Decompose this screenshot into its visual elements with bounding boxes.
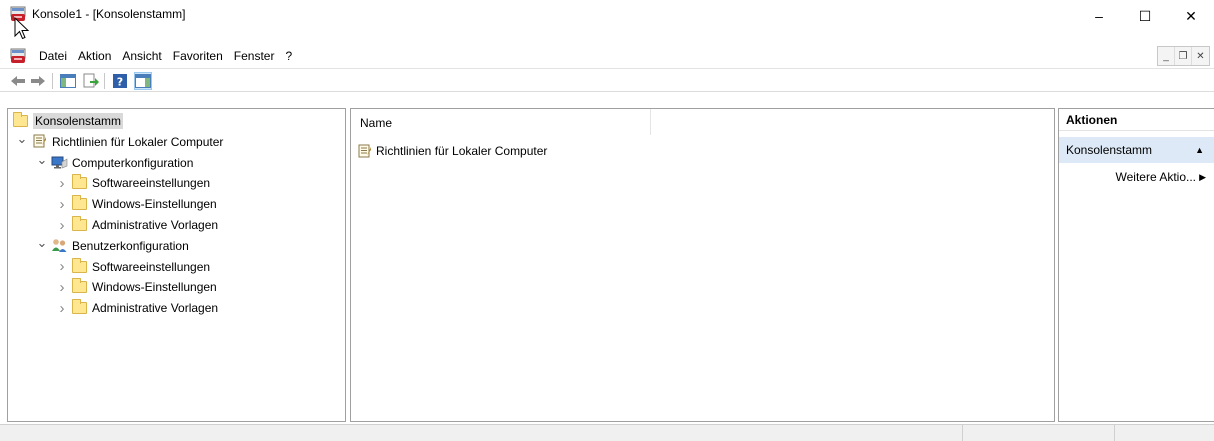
window-title: Konsole1 - [Konsolenstamm]: [32, 7, 186, 21]
show-hide-action-pane-icon: [135, 74, 151, 88]
users-icon: [50, 238, 68, 254]
actions-section-label: Konsolenstamm: [1066, 143, 1153, 157]
status-bar: [0, 424, 1214, 441]
folder-icon: [70, 216, 88, 233]
chevron-right-icon[interactable]: ›: [54, 175, 70, 192]
result-list-pane[interactable]: Name Richtlinien für Lokaler Computer: [350, 108, 1055, 422]
folder-icon: [70, 278, 88, 295]
chevron-right-icon[interactable]: ›: [54, 279, 70, 296]
back-button[interactable]: [9, 72, 27, 90]
chevron-right-icon[interactable]: ›: [54, 258, 70, 275]
show-hide-tree-button[interactable]: [59, 72, 77, 90]
show-hide-tree-icon: [60, 74, 76, 88]
minimize-button[interactable]: –: [1076, 0, 1122, 32]
toolbar-separator: [52, 73, 53, 89]
tree-item-label: Benutzerkonfiguration: [72, 238, 189, 253]
tree-item[interactable]: › Administrative Vorlagen: [54, 298, 218, 318]
tree-item[interactable]: ⌄ Richtlinien für Lokaler Computer: [14, 131, 224, 152]
collapse-triangle-icon[interactable]: ▲: [1195, 137, 1204, 163]
list-item[interactable]: Richtlinien für Lokaler Computer: [355, 141, 547, 161]
svg-text:?: ?: [117, 76, 123, 89]
computer-icon: [50, 155, 68, 171]
mdi-minimize-button[interactable]: _: [1158, 47, 1175, 65]
menu-items: Datei Aktion Ansicht Favoriten Fenster?: [39, 48, 303, 64]
actions-header: Aktionen: [1059, 109, 1214, 131]
console-tree-pane[interactable]: Konsolenstamm ⌄ Richtlinien für Lokaler Co…: [7, 108, 346, 422]
tree-item[interactable]: ⌄ Benutzerkonfiguration: [34, 235, 189, 256]
list-item-label: Richtlinien für Lokaler Computer: [376, 144, 548, 158]
chevron-right-icon[interactable]: ›: [54, 196, 70, 213]
menu-item-datei[interactable]: Datei: [39, 48, 75, 64]
actions-section-konsolenstamm[interactable]: Konsolenstamm ▲: [1059, 137, 1214, 163]
forward-arrow-icon: [31, 76, 45, 86]
tree-item-label: Softwareeinstellungen: [92, 176, 211, 191]
status-segment: [962, 425, 1114, 441]
tree-item-label: Windows-Einstellungen: [92, 280, 217, 295]
chevron-right-icon[interactable]: ›: [54, 217, 70, 234]
menu-item-fenster[interactable]: Fenster: [234, 48, 283, 64]
tree-item-label: Softwareeinstellungen: [92, 259, 211, 274]
folder-icon: [70, 174, 88, 191]
toolbar-separator: [104, 73, 105, 89]
menu-item-ansicht[interactable]: Ansicht: [122, 48, 169, 64]
more-actions-item[interactable]: Weitere Aktio...: [1116, 167, 1196, 187]
chevron-right-icon[interactable]: ›: [54, 300, 70, 317]
menu-bar: Datei Aktion Ansicht Favoriten Fenster?: [0, 46, 1214, 66]
folder-icon: [70, 195, 88, 212]
policy-icon: [355, 143, 373, 159]
actions-pane: Aktionen Konsolenstamm ▲ Weitere Aktio..…: [1058, 108, 1214, 422]
menu-item-favoriten[interactable]: Favoriten: [173, 48, 231, 64]
window-controls: – ☐ ✕: [1076, 0, 1214, 32]
mdi-window-icon[interactable]: [10, 48, 26, 64]
tree-item[interactable]: Konsolenstamm: [11, 111, 124, 131]
back-arrow-icon: [11, 76, 25, 86]
help-icon: ?: [113, 74, 127, 89]
close-button[interactable]: ✕: [1168, 0, 1214, 32]
chevron-down-icon[interactable]: ⌄: [34, 235, 50, 251]
tree-item[interactable]: ⌄ Computerkonfiguration: [34, 152, 194, 173]
export-list-button[interactable]: [82, 72, 100, 90]
forward-button[interactable]: [29, 72, 47, 90]
export-list-icon: [83, 73, 99, 88]
tree-item-label: Administrative Vorlagen: [92, 218, 219, 232]
folder-icon: [70, 257, 88, 275]
help-button[interactable]: ?: [111, 72, 129, 90]
submenu-arrow-icon: ▶: [1199, 172, 1206, 182]
tree-item-label: Konsolenstamm: [33, 113, 124, 129]
policy-icon: [30, 134, 48, 150]
menu-item-aktion[interactable]: Aktion: [78, 48, 119, 64]
chevron-down-icon[interactable]: ⌄: [14, 131, 30, 147]
mdi-restore-button[interactable]: ❐: [1175, 47, 1192, 65]
show-hide-action-pane-button[interactable]: [134, 72, 152, 90]
title-bar: Konsole1 - [Konsolenstamm] – ☐ ✕: [0, 0, 1214, 46]
tree-item-label: Administrative Vorlagen: [92, 301, 219, 316]
tree-item[interactable]: › Administrative Vorlagen: [54, 215, 218, 235]
column-header-name[interactable]: Name: [351, 109, 651, 135]
status-segment: [1114, 425, 1214, 441]
tree-item[interactable]: › Windows-Einstellungen: [54, 194, 217, 214]
mouse-cursor-icon: [14, 17, 30, 40]
folder-icon: [11, 112, 29, 129]
maximize-button[interactable]: ☐: [1122, 0, 1168, 32]
tree-item[interactable]: › Softwareeinstellungen: [54, 173, 210, 193]
chevron-down-icon[interactable]: ⌄: [34, 152, 50, 168]
tree-item[interactable]: › Windows-Einstellungen: [54, 277, 217, 297]
tree-item-label: Windows-Einstellungen: [92, 197, 217, 212]
tree-item[interactable]: › Softwareeinstellungen: [54, 257, 210, 277]
tree-item-label: Computerkonfiguration: [72, 155, 194, 170]
menu-item-help[interactable]: ?: [285, 48, 300, 64]
folder-icon: [70, 299, 88, 316]
column-header-label: Name: [360, 116, 393, 130]
mdi-close-button[interactable]: ✕: [1192, 47, 1209, 65]
mdi-child-controls: _ ❐ ✕: [1157, 46, 1210, 66]
tree-item-label: Richtlinien für Lokaler Computer: [52, 134, 224, 149]
toolbar: ?: [0, 68, 1214, 92]
